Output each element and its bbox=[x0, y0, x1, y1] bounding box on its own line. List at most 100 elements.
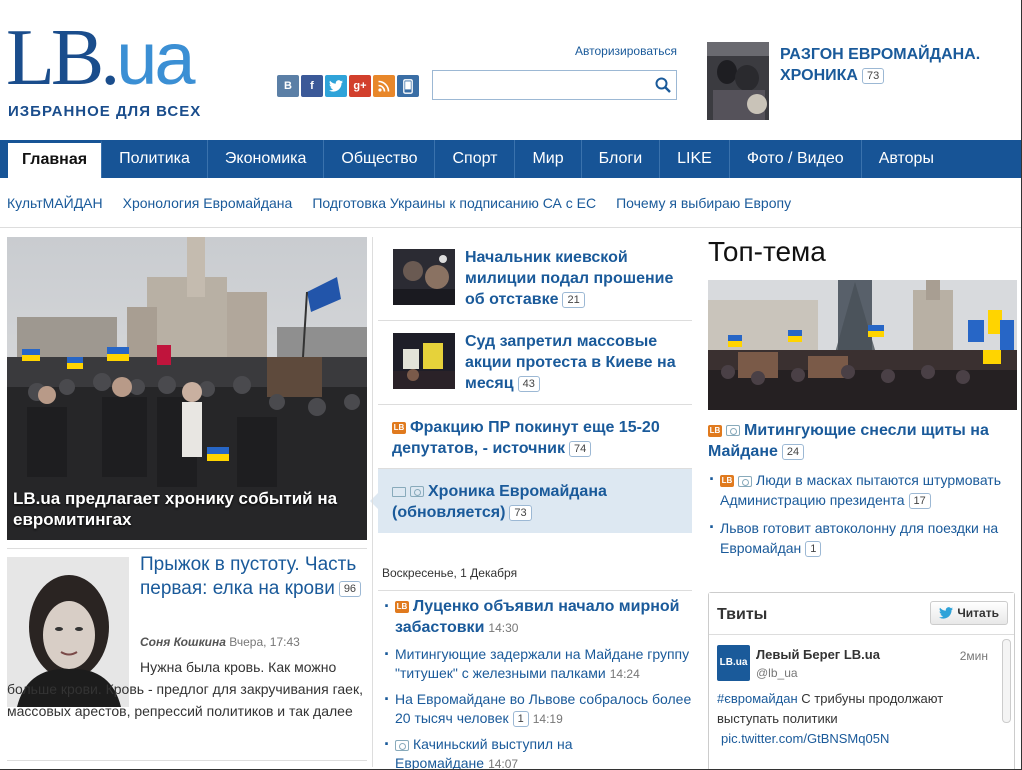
tweet-hashtag[interactable]: #євромайдан bbox=[717, 691, 798, 706]
feed-time: 14:24 bbox=[609, 667, 640, 681]
camera-icon bbox=[726, 425, 740, 437]
logo-tagline: ИЗБРАННОЕ ДЛЯ ВСЕХ bbox=[8, 103, 202, 120]
sub-nav: КультМАЙДАН Хронология Евромайдана Подго… bbox=[0, 178, 1021, 228]
promo-image[interactable] bbox=[707, 42, 769, 120]
feed-item[interactable]: На Евромайдане во Львове собралось более… bbox=[383, 690, 693, 729]
feed-time: 14:30 bbox=[488, 621, 519, 635]
search-input[interactable] bbox=[433, 71, 643, 99]
top-theme-photo[interactable] bbox=[708, 280, 1017, 410]
lb-exclusive-icon: LB bbox=[395, 600, 409, 613]
nav-item-authors[interactable]: Авторы bbox=[862, 140, 951, 178]
tweet-handle[interactable]: @lb_ua bbox=[756, 666, 798, 680]
subnav-item-chronology[interactable]: Хронология Евромайдана bbox=[123, 195, 293, 211]
nav-item-like[interactable]: LIKE bbox=[660, 140, 730, 178]
comment-count[interactable]: 24 bbox=[781, 443, 805, 460]
camera-icon bbox=[395, 739, 409, 751]
nav-item-photo-video[interactable]: Фото / Видео bbox=[730, 140, 862, 178]
comment-count[interactable]: 96 bbox=[338, 580, 362, 597]
news-thumb[interactable] bbox=[393, 333, 455, 389]
tweet-text: #євромайдан С трибуны продолжают выступа… bbox=[717, 691, 944, 726]
twitter-widget: Твиты Читать LB.ua Левый Берег LB.ua @lb… bbox=[708, 592, 1015, 769]
comment-count[interactable]: 21 bbox=[562, 291, 585, 308]
nav-item-main[interactable]: Главная bbox=[8, 140, 103, 178]
lb-exclusive-icon: LB bbox=[392, 421, 406, 434]
login-link[interactable]: Авторизироваться bbox=[575, 44, 677, 58]
news-item[interactable]: Суд запретил массовые акции протеста в К… bbox=[378, 321, 692, 405]
facebook-icon[interactable]: f bbox=[301, 75, 323, 97]
tweet-time[interactable]: 2мин bbox=[960, 649, 988, 663]
nav-item-blogs[interactable]: Блоги bbox=[582, 140, 661, 178]
hero-story[interactable]: LB.ua предлагает хронику событий на евро… bbox=[7, 237, 367, 540]
news-thumb[interactable] bbox=[393, 249, 455, 305]
camera-icon bbox=[410, 486, 424, 498]
article-time: Вчера, 17:43 bbox=[229, 635, 300, 649]
main-nav: Главная Политика Экономика Общество Спор… bbox=[0, 140, 1021, 178]
nav-item-politics[interactable]: Политика bbox=[102, 140, 208, 178]
article-title[interactable]: Прыжок в пустоту. Часть первая: елка на … bbox=[140, 553, 370, 601]
twitter-widget-header: Твиты Читать bbox=[709, 593, 1014, 635]
lb-exclusive-icon: LB bbox=[720, 475, 734, 488]
nav-item-society[interactable]: Общество bbox=[324, 140, 436, 178]
folder-icon bbox=[392, 486, 406, 497]
news-column: Начальник киевской милиции подал прошени… bbox=[370, 237, 692, 533]
divider bbox=[378, 590, 692, 591]
article-lead: Нужна была кровь. Как можно больше крови… bbox=[7, 659, 363, 719]
vk-icon[interactable]: В bbox=[277, 75, 299, 97]
comment-count[interactable]: 73 bbox=[509, 504, 532, 521]
twitter-icon[interactable] bbox=[325, 75, 347, 97]
page: LB.ua ИЗБРАННОЕ ДЛЯ ВСЕХ В f g+ Авторизи… bbox=[0, 0, 1022, 770]
promo-title[interactable]: РАЗГОН ЕВРОМАЙДАНА. ХРОНИКА 73 bbox=[780, 44, 1000, 86]
subnav-item-eu-association[interactable]: Подготовка Украины к подписанию СА с ЕС bbox=[312, 195, 596, 211]
subnav-item-kultmaidan[interactable]: КультМАЙДАН bbox=[7, 195, 103, 211]
article-author[interactable]: Соня Кошкина bbox=[140, 635, 226, 649]
top-theme-item[interactable]: Львов готовит автоколонну для поездки на… bbox=[708, 517, 1013, 558]
search-icon[interactable] bbox=[654, 76, 672, 94]
header-promo[interactable]: РАЗГОН ЕВРОМАЙДАНА. ХРОНИКА 73 bbox=[707, 42, 1007, 122]
tweet-link[interactable]: pic.twitter.com/GtBNSMq05N bbox=[721, 731, 889, 746]
tweet: LB.ua Левый Берег LB.ua @lb_ua 2мин #євр… bbox=[709, 635, 1014, 765]
mobile-icon[interactable] bbox=[397, 75, 419, 97]
twitter-bird-icon bbox=[939, 607, 954, 619]
logo-wordmark: LB.ua bbox=[6, 14, 196, 102]
tweet-scrollbar[interactable] bbox=[1002, 639, 1011, 723]
comment-count[interactable]: 74 bbox=[568, 440, 592, 457]
google-plus-icon[interactable]: g+ bbox=[349, 75, 371, 97]
rss-icon[interactable] bbox=[373, 75, 395, 97]
news-item[interactable]: LB Фракцию ПР покинут еще 15-20 депутатов… bbox=[378, 405, 692, 469]
nav-item-economy[interactable]: Экономика bbox=[208, 140, 325, 178]
feed-item[interactable]: Качиньский выступил на Евромайдане14:07 bbox=[383, 735, 693, 770]
news-item-highlighted[interactable]: Хроника Евромайдана (обновляется) 73 bbox=[370, 469, 692, 533]
nav-item-world[interactable]: Мир bbox=[515, 140, 582, 178]
top-theme-heading: Топ-тема bbox=[708, 236, 826, 267]
feed-time: 14:07 bbox=[488, 757, 519, 770]
tweet-author[interactable]: Левый Берег LB.ua bbox=[756, 647, 880, 662]
social-links: В f g+ bbox=[277, 75, 419, 97]
feed-date: Воскресенье, 1 Декабря bbox=[382, 566, 518, 580]
news-feed: LBЛуценко объявил начало мирной забастов… bbox=[383, 596, 693, 770]
comment-count[interactable]: 1 bbox=[512, 711, 529, 728]
follow-label: Читать bbox=[957, 606, 999, 620]
comment-count[interactable]: 73 bbox=[861, 67, 885, 84]
news-item[interactable]: Начальник киевской милиции подал прошени… bbox=[378, 237, 692, 321]
comment-count[interactable]: 17 bbox=[908, 493, 931, 510]
divider bbox=[7, 548, 367, 549]
search-box[interactable] bbox=[432, 70, 677, 100]
feed-item[interactable]: Митингующие задержали на Майдане группу … bbox=[383, 645, 693, 684]
twitter-widget-title: Твиты bbox=[717, 606, 768, 623]
comment-count[interactable]: 43 bbox=[517, 375, 540, 392]
follow-button[interactable]: Читать bbox=[930, 601, 1008, 625]
hero-caption[interactable]: LB.ua предлагает хронику событий на евро… bbox=[13, 488, 353, 530]
top-theme-item[interactable]: LBЛюди в масках пытаются штурмовать Адми… bbox=[708, 469, 1013, 510]
subnav-item-why-europe[interactable]: Почему я выбираю Европу bbox=[616, 195, 791, 211]
top-theme-list: LBЛюди в масках пытаются штурмовать Адми… bbox=[708, 469, 1013, 566]
top-theme-title[interactable]: LB Митингующие снесли щиты на Майдане 24 bbox=[708, 420, 1008, 462]
tweet-avatar[interactable]: LB.ua bbox=[717, 645, 750, 681]
feed-time: 14:19 bbox=[532, 712, 563, 726]
nav-item-sport[interactable]: Спорт bbox=[435, 140, 516, 178]
feed-item[interactable]: LBЛуценко объявил начало мирной забастов… bbox=[383, 596, 693, 639]
comment-count[interactable]: 1 bbox=[805, 541, 822, 558]
article-meta: Соня Кошкина Вчера, 17:43 bbox=[140, 635, 300, 649]
divider bbox=[372, 237, 373, 767]
lb-exclusive-icon: LB bbox=[708, 424, 722, 437]
site-logo[interactable]: LB.ua ИЗБРАННОЕ ДЛЯ ВСЕХ bbox=[6, 14, 216, 132]
